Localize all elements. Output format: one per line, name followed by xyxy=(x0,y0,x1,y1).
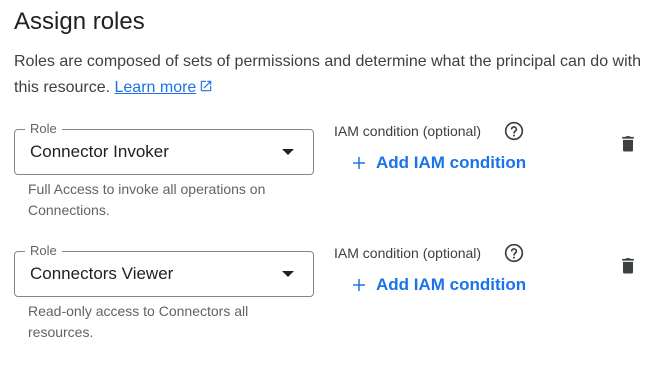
role-field-label: Role xyxy=(25,121,62,137)
role-helper-text: Full Access to invoke all operations on … xyxy=(28,181,266,218)
trash-icon[interactable] xyxy=(618,255,638,277)
iam-condition-label: IAM condition (optional) xyxy=(334,123,482,139)
description-text: Roles are composed of sets of permission… xyxy=(14,53,641,96)
add-iam-condition-button[interactable]: Add IAM condition xyxy=(350,151,526,175)
add-iam-condition-label: Add IAM condition xyxy=(376,153,527,172)
page-title: Assign roles xyxy=(14,8,145,35)
chevron-down-icon xyxy=(282,271,294,277)
role-select-value: Connector Invoker xyxy=(30,142,169,161)
chevron-down-icon xyxy=(282,149,294,155)
learn-more-label: Learn more xyxy=(114,79,197,96)
page-description: Roles are composed of sets of permission… xyxy=(14,49,654,101)
external-link-icon xyxy=(201,80,212,92)
role-helper-text: Read-only access to Connectors all resou… xyxy=(28,303,249,340)
plus-icon xyxy=(353,279,365,291)
trash-icon[interactable] xyxy=(618,133,638,155)
help-circle-icon[interactable] xyxy=(504,121,524,141)
iam-condition-label: IAM condition (optional) xyxy=(334,245,482,261)
role-select[interactable]: Role Connector Invoker xyxy=(14,121,314,175)
role-select[interactable]: Role Connectors Viewer xyxy=(14,243,314,297)
add-iam-condition-button[interactable]: Add IAM condition xyxy=(350,273,526,297)
help-circle-icon[interactable] xyxy=(504,243,524,263)
role-row: Role Connectors Viewer Read-only access … xyxy=(0,243,664,371)
role-select-value: Connectors Viewer xyxy=(30,264,174,283)
add-iam-condition-label: Add IAM condition xyxy=(376,275,527,294)
role-field-label: Role xyxy=(25,243,62,259)
role-row: Role Connector Invoker Full Access to in… xyxy=(0,121,664,249)
learn-more-link[interactable]: Learn more xyxy=(115,79,214,96)
plus-icon xyxy=(353,157,365,169)
